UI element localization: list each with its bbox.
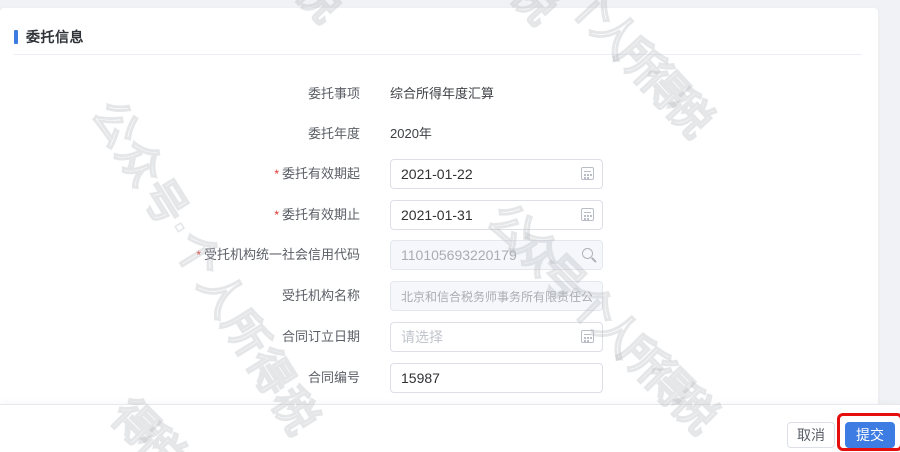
valid-from-date-input[interactable]	[390, 159, 603, 189]
field-label: * 委托有效期止	[274, 207, 360, 222]
section-accent-bar	[14, 30, 18, 44]
calendar-icon[interactable]	[581, 167, 594, 180]
form-row-agency-name: 受托机构名称	[0, 281, 878, 311]
required-mark: *	[196, 248, 201, 262]
contract-number-input[interactable]	[390, 363, 603, 393]
form-row-valid-from: * 委托有效期起	[0, 159, 878, 189]
section-header: 委托信息	[14, 29, 84, 45]
credit-code-input[interactable]	[390, 240, 603, 270]
field-label: 合同编号	[307, 370, 360, 385]
field-label: 委托事项	[307, 86, 360, 101]
footer-action-bar: 取消 提交	[0, 404, 900, 452]
calendar-icon[interactable]	[581, 208, 594, 221]
form-row-contract-number: 合同编号	[0, 363, 878, 393]
required-mark: *	[274, 167, 279, 181]
section-title: 委托信息	[26, 29, 84, 45]
field-label: * 委托有效期起	[274, 166, 360, 181]
calendar-icon[interactable]	[581, 330, 594, 343]
field-label: 合同订立日期	[281, 329, 360, 344]
form-row-contract-date: 合同订立日期	[0, 322, 878, 352]
delegation-info-page: 委托信息 委托事项 综合所得年度汇算 委托年度 2020年 *委托有效期起 *委…	[0, 0, 900, 452]
form-row-valid-to: * 委托有效期止	[0, 200, 878, 230]
delegation-info-card: 委托信息 委托事项 综合所得年度汇算 委托年度 2020年 *委托有效期起 *委…	[0, 8, 878, 404]
form-row-credit-code: * 受托机构统一社会信用代码	[0, 240, 878, 270]
submit-button[interactable]: 提交	[845, 422, 895, 448]
field-label: 委托年度	[307, 126, 360, 141]
required-mark: *	[274, 208, 279, 222]
contract-date-input[interactable]	[390, 322, 603, 352]
search-icon[interactable]	[582, 248, 593, 259]
field-label: * 受托机构统一社会信用代码	[196, 247, 360, 262]
agency-name-input[interactable]	[390, 281, 603, 311]
field-label: 受托机构名称	[281, 288, 360, 303]
field-value: 2020年	[390, 126, 432, 141]
form-row-delegation-matter: 委托事项 综合所得年度汇算	[0, 79, 878, 109]
header-divider	[14, 54, 862, 55]
cancel-button[interactable]: 取消	[787, 422, 835, 448]
valid-to-date-input[interactable]	[390, 200, 603, 230]
form-row-delegation-year: 委托年度 2020年	[0, 119, 878, 149]
field-value: 综合所得年度汇算	[390, 86, 495, 101]
